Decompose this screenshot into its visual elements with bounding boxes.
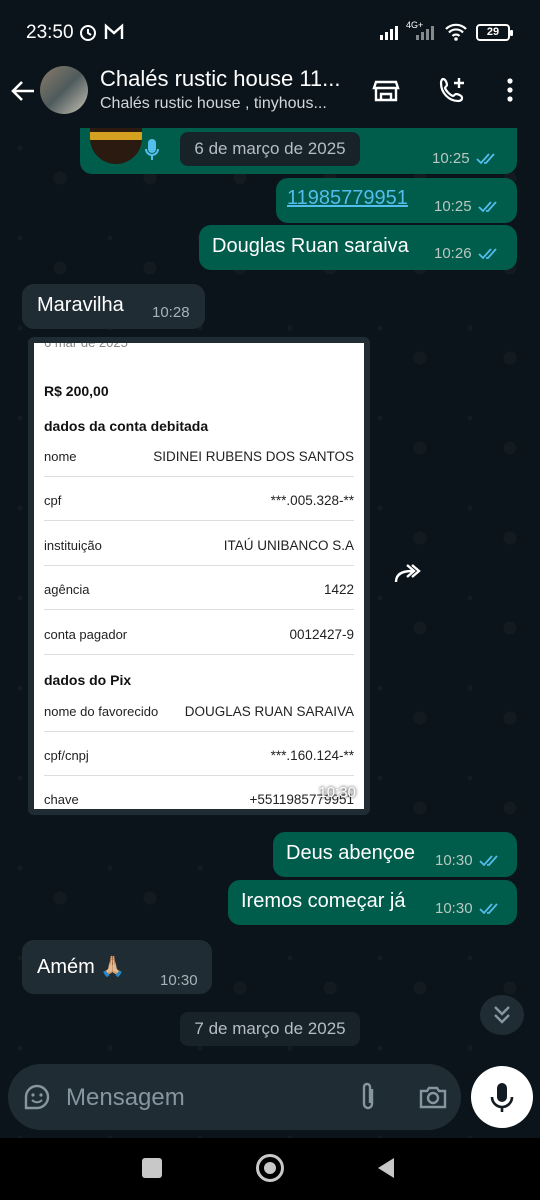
gmail-icon — [104, 23, 124, 46]
voice-message-button[interactable] — [471, 1066, 533, 1128]
chat-title[interactable]: Chalés rustic house 11... — [100, 66, 360, 92]
scroll-to-bottom-button[interactable] — [480, 995, 524, 1035]
home-button[interactable] — [256, 1154, 284, 1182]
message-time: 10:25 — [432, 150, 498, 167]
message-input[interactable]: Mensagem — [66, 1084, 185, 1112]
double-chevron-down-icon — [494, 1006, 510, 1024]
message-composer[interactable]: Mensagem — [8, 1064, 461, 1130]
message-time: 10:25 — [434, 198, 500, 215]
message-time: 10:30 — [160, 972, 198, 989]
read-ticks-icon — [475, 153, 495, 165]
receipt-row: instituição ITAÚ UNIBANCO S.A — [44, 532, 354, 566]
read-ticks-icon — [478, 855, 498, 867]
date-pill: 6 de março de 2025 — [180, 132, 360, 166]
status-time: 23:50 — [26, 22, 74, 43]
message-text: Deus abençoe — [286, 842, 415, 864]
message-bubble-outgoing[interactable]: Douglas Ruan saraiva 10:26 — [199, 225, 517, 270]
recents-button[interactable] — [142, 1158, 162, 1178]
system-nav-bar — [0, 1138, 540, 1200]
receipt-row: chave +5511985779951 — [44, 792, 354, 807]
receipt-row: cpf/cnpj ***.160.124-** — [44, 742, 354, 776]
read-ticks-icon — [477, 248, 497, 260]
receipt-image[interactable]: 6 mar de 2025 R$ 200,00 dados da conta d… — [28, 337, 370, 815]
read-ticks-icon — [478, 903, 498, 915]
message-time: 10:30 — [318, 784, 356, 801]
receipt-row: conta pagador 0012427-9 — [44, 621, 354, 655]
battery-icon: 29 — [476, 24, 513, 41]
back-button[interactable] — [376, 1156, 396, 1185]
message-text: Amém 🙏🏼 — [37, 956, 126, 978]
message-time: 10:26 — [434, 245, 500, 262]
add-call-icon[interactable] — [436, 74, 468, 106]
receipt-row: agência 1422 — [44, 576, 354, 610]
message-text: Maravilha — [37, 294, 124, 316]
signal-icon — [380, 24, 398, 40]
date-separator: 7 de março de 2025 — [180, 1012, 360, 1046]
message-bubble-outgoing[interactable]: Iremos começar já 10:30 — [228, 880, 517, 925]
receipt-row: nome SIDINEI RUBENS DOS SANTOS — [44, 443, 354, 477]
message-time: 10:30 — [435, 900, 501, 917]
message-bubble-incoming[interactable]: Maravilha 10:28 — [22, 284, 205, 329]
sticker-icon[interactable] — [22, 1082, 52, 1117]
message-time: 10:28 — [152, 304, 190, 321]
receipt-row: cpf ***.005.328-** — [44, 487, 354, 521]
forward-icon[interactable] — [388, 556, 426, 594]
read-ticks-icon — [477, 201, 497, 213]
message-time: 10:30 — [435, 852, 501, 869]
message-text: Douglas Ruan saraiva — [212, 235, 409, 257]
status-bar: 23:50 4G+ 29 — [0, 0, 540, 62]
receipt-row: nome do favorecido DOUGLAS RUAN SARAIVA — [44, 698, 354, 732]
chat-subtitle[interactable]: Chalés rustic house , tinyhous... — [100, 95, 355, 113]
signal-2-icon — [416, 24, 434, 40]
avatar[interactable] — [40, 66, 88, 114]
mic-icon — [144, 138, 160, 168]
wifi-icon — [444, 22, 468, 47]
receipt-date: 6 mar de 2025 — [44, 337, 128, 350]
alarm-icon — [78, 22, 98, 47]
receipt-amount: R$ 200,00 — [44, 383, 109, 399]
chat-header: Chalés rustic house 11... Chalés rustic … — [0, 62, 540, 128]
thumbnail — [90, 128, 142, 164]
message-bubble-outgoing[interactable]: 11985779951 10:25 — [276, 178, 517, 223]
mic-icon — [490, 1083, 514, 1112]
attach-icon[interactable] — [356, 1081, 380, 1118]
more-options-icon[interactable] — [494, 74, 526, 106]
message-bubble-incoming[interactable]: Amém 🙏🏼 10:30 — [22, 940, 212, 994]
camera-icon[interactable] — [418, 1082, 448, 1117]
back-arrow-icon[interactable] — [8, 76, 38, 106]
message-text: Iremos começar já — [241, 890, 406, 912]
phone-link[interactable]: 11985779951 — [287, 187, 408, 210]
receipt-section-debit: dados da conta debitada — [44, 418, 209, 434]
store-icon[interactable] — [370, 74, 402, 106]
message-bubble-outgoing[interactable]: Deus abençoe 10:30 — [273, 832, 517, 877]
receipt-section-pix: dados do Pix — [44, 672, 132, 688]
message-bubble-audio[interactable]: 6 de março de 2025 10:25 — [80, 128, 517, 174]
